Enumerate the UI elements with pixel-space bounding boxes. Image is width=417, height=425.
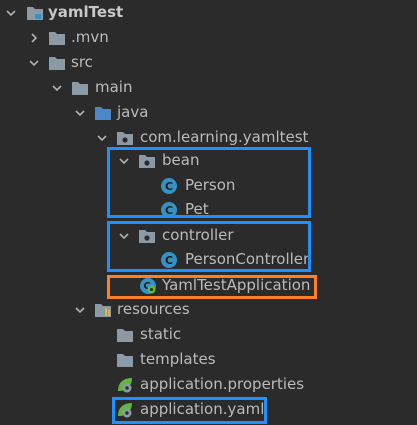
tree-item-label: src [71, 53, 93, 71]
chevron-right-icon[interactable] [27, 25, 41, 50]
tree-item-application-properties[interactable]: application.properties [0, 372, 417, 397]
folder-icon [48, 50, 66, 75]
tree-item-templates[interactable]: templates [0, 347, 417, 372]
highlight-box-application-class [107, 275, 317, 299]
chevron-down-icon[interactable] [73, 100, 87, 125]
tree-item-main[interactable]: main [0, 75, 417, 100]
tree-item-src[interactable]: src [0, 50, 417, 75]
tree-item-label: templates [140, 350, 216, 368]
resources-folder-icon [94, 297, 112, 322]
source-root-folder-icon [94, 100, 112, 125]
chevron-down-icon[interactable] [4, 0, 18, 25]
tree-item-label: main [95, 78, 133, 96]
folder-icon [71, 75, 89, 100]
tree-item-static[interactable]: static [0, 322, 417, 347]
folder-icon [116, 322, 134, 347]
tree-item-label: .mvn [71, 28, 109, 46]
highlight-box-application-yaml [112, 397, 267, 424]
tree-item-label: java [117, 103, 149, 121]
tree-item-label: static [140, 325, 182, 343]
tree-item-java[interactable]: java [0, 100, 417, 125]
tree-item-yamltest[interactable]: yamlTest [0, 0, 417, 25]
folder-icon [116, 347, 134, 372]
tree-item-resources[interactable]: resources [0, 297, 417, 322]
chevron-down-icon[interactable] [27, 50, 41, 75]
project-folder-icon [26, 0, 44, 25]
tree-item-mvn[interactable]: .mvn [0, 25, 417, 50]
folder-icon [48, 25, 66, 50]
project-tree: yamlTest .mvn src main java com.learning… [0, 0, 417, 425]
chevron-down-icon[interactable] [50, 75, 64, 100]
tree-item-label: application.properties [140, 375, 305, 393]
spring-properties-icon [116, 372, 134, 397]
chevron-down-icon[interactable] [73, 297, 87, 322]
tree-item-label: yamlTest [48, 3, 124, 21]
tree-item-label: resources [117, 300, 190, 318]
highlight-box-controller [107, 221, 311, 272]
highlight-box-bean [107, 147, 311, 218]
